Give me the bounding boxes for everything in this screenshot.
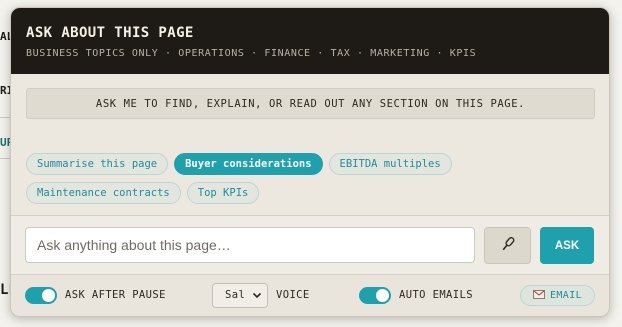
envelope-icon bbox=[532, 289, 545, 302]
ask-about-page-panel: ASK ABOUT THIS PAGE BUSINESS TOPICS ONLY… bbox=[10, 7, 610, 317]
chip-maintenance-contracts[interactable]: Maintenance contracts bbox=[26, 182, 181, 204]
ask-button[interactable]: ASK bbox=[540, 227, 594, 264]
chip-buyer-considerations[interactable]: Buyer considerations bbox=[174, 153, 323, 175]
question-input[interactable] bbox=[25, 227, 475, 263]
background-divider bbox=[0, 158, 10, 159]
voice-select-value: Sal bbox=[225, 289, 246, 301]
email-button-label: EMAIL bbox=[549, 290, 583, 301]
info-banner: ASK ME TO FIND, EXPLAIN, OR READ OUT ANY… bbox=[26, 88, 595, 119]
question-input-area: ASK bbox=[11, 215, 609, 275]
chip-ebitda-multiples[interactable]: EBITDA multiples bbox=[328, 153, 452, 175]
auto-emails-label: AUTO EMAILS bbox=[399, 289, 473, 301]
chip-summarise-this-page[interactable]: Summarise this page bbox=[26, 153, 169, 175]
chip-top-kpis[interactable]: Top KPIs bbox=[186, 182, 260, 204]
auto-emails-toggle[interactable] bbox=[359, 287, 391, 304]
panel-subtitle: BUSINESS TOPICS ONLY · OPERATIONS · FINA… bbox=[26, 48, 477, 59]
microphone-button[interactable] bbox=[484, 227, 531, 264]
panel-header: ASK ABOUT THIS PAGE BUSINESS TOPICS ONLY… bbox=[11, 8, 609, 74]
chip-row: Maintenance contracts Top KPIs bbox=[26, 182, 596, 204]
background-divider bbox=[0, 117, 10, 118]
voice-select[interactable]: Sal bbox=[212, 283, 268, 308]
chevron-down-icon bbox=[252, 284, 262, 316]
email-button[interactable]: EMAIL bbox=[520, 285, 595, 306]
panel-title: ASK ABOUT THIS PAGE bbox=[26, 25, 194, 41]
suggestion-chips: Summarise this page Buyer considerations… bbox=[26, 153, 596, 211]
ask-after-pause-label: ASK AFTER PAUSE bbox=[65, 289, 166, 301]
voice-label: VOICE bbox=[276, 289, 310, 301]
chip-row: Summarise this page Buyer considerations… bbox=[26, 153, 596, 175]
panel-footer: ASK AFTER PAUSE Sal VOICE AUTO EMAILS EM… bbox=[11, 274, 609, 316]
ask-after-pause-toggle[interactable] bbox=[25, 287, 57, 304]
microphone-icon bbox=[499, 235, 517, 257]
